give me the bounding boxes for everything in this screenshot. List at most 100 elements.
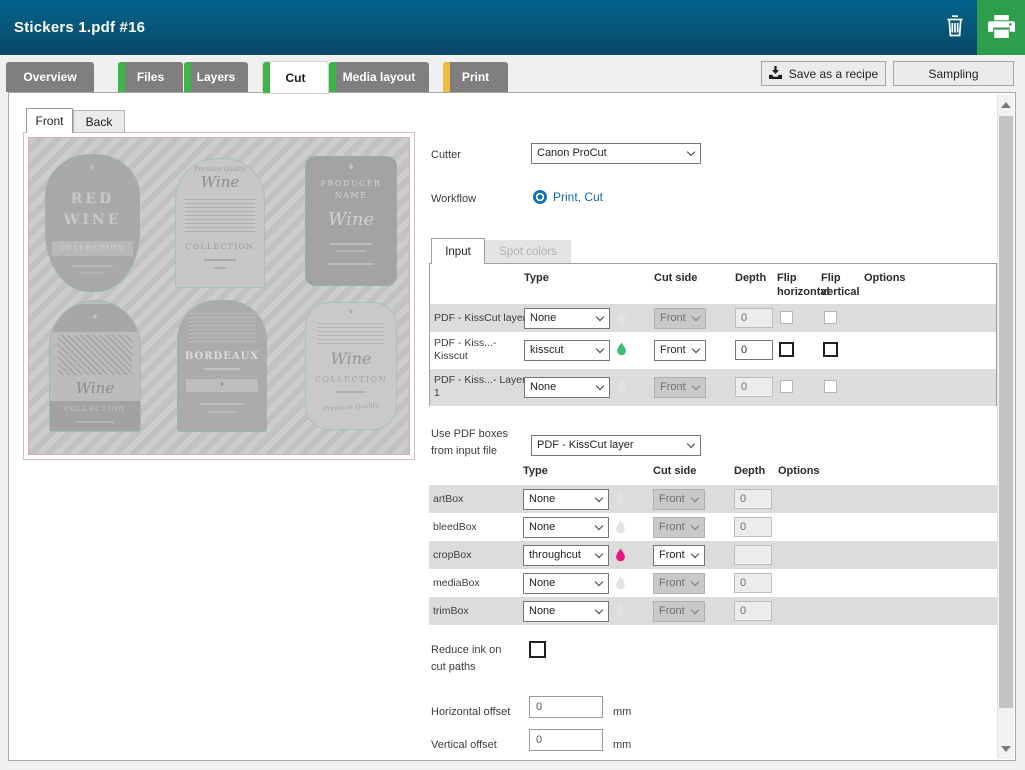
col-header-flip-vertical: Flip — [821, 272, 841, 284]
tab-print[interactable]: Print — [443, 62, 508, 92]
droplet-icon — [615, 576, 626, 595]
cut-side-select: Front — [653, 573, 705, 594]
tab-files[interactable]: Files — [118, 62, 183, 92]
label-crest: ♦ — [306, 308, 396, 316]
tab-back[interactable]: Back — [73, 110, 125, 133]
flip-vertical-checkbox[interactable] — [823, 342, 838, 357]
type-select[interactable]: None — [523, 601, 609, 622]
select-value: Canon ProCut — [532, 144, 700, 163]
vertical-offset-input[interactable] — [529, 729, 603, 751]
horizontal-offset-input[interactable] — [529, 696, 603, 718]
depth-input — [735, 308, 773, 328]
cutter-select[interactable]: Canon ProCut — [531, 143, 701, 164]
tab-label: Front — [35, 114, 63, 128]
cut-side-select: Front — [654, 308, 706, 329]
box-name: mediaBox — [433, 577, 525, 590]
depth-input — [734, 573, 772, 593]
label-text: Premium Quality — [176, 166, 264, 173]
flip-horizontal-checkbox[interactable] — [779, 342, 794, 357]
table-row: PDF - Kiss...- Layer 1 None Front — [430, 369, 996, 406]
cut-layers-table: Type Cut side Depth Flip horizontal Flip… — [429, 263, 997, 406]
status-bar-green — [329, 62, 336, 92]
col-header-cut-side: Cut side — [654, 272, 697, 284]
content-panel: Front Back ♦ RED WINE COLLECTION Premium… — [8, 92, 1016, 761]
workflow-value: Print, Cut — [553, 190, 603, 204]
workflow-label: Workflow — [431, 191, 476, 208]
tab-label: Spot colors — [499, 246, 557, 258]
label-text: BORDEAUX — [178, 351, 266, 362]
sampling-button[interactable]: Sampling — [893, 61, 1014, 86]
depth-input[interactable] — [735, 340, 773, 360]
tab-media-layout[interactable]: Media layout — [329, 62, 429, 92]
box-name: artBox — [433, 493, 525, 506]
scroll-up-arrow[interactable] — [998, 96, 1014, 113]
type-select[interactable]: None — [523, 573, 609, 594]
reduce-ink-label: Reduce ink on cut paths — [431, 642, 511, 675]
save-as-recipe-button[interactable]: Save as a recipe — [761, 61, 886, 86]
wine-label-bordeaux: BORDEAUX ♦ — [177, 300, 267, 432]
scroll-down-arrow[interactable] — [998, 740, 1014, 757]
label-text: Premium Quality — [306, 400, 396, 414]
flip-horizontal-checkbox — [780, 311, 793, 324]
depth-input — [734, 517, 772, 537]
type-select[interactable]: None — [523, 517, 609, 538]
label-text: NAME — [306, 191, 396, 200]
cut-side-select: Front — [653, 601, 705, 622]
select-value: PDF - KissCut layer — [532, 436, 700, 455]
horizontal-offset-label: Horizontal offset — [431, 704, 510, 721]
titlebar: Stickers 1.pdf #16 — [0, 0, 1025, 55]
status-bar-green — [184, 62, 191, 92]
titlebar-actions — [933, 0, 1025, 55]
print-job-button[interactable] — [977, 0, 1025, 55]
depth-input — [734, 545, 772, 565]
chateau-illustration — [188, 311, 256, 345]
col-header-options: Options — [778, 465, 820, 477]
layer-name: PDF - Kiss...- Layer 1 — [434, 374, 526, 400]
cut-side-select[interactable]: Front — [654, 340, 706, 361]
table-row: PDF - KissCut layer None Front — [430, 304, 996, 332]
vertical-offset-label: Vertical offset — [431, 737, 497, 754]
col-header-flip-vertical-sub: vertical — [821, 286, 860, 298]
depth-input — [735, 377, 773, 397]
tab-spot-colors: Spot colors — [485, 240, 571, 264]
tab-front[interactable]: Front — [26, 108, 73, 133]
box-name: cropBox — [433, 549, 525, 562]
type-select[interactable]: kisscut — [524, 340, 610, 361]
depth-input — [734, 601, 772, 621]
reduce-ink-checkbox[interactable] — [529, 641, 546, 658]
cut-side-select: Front — [653, 517, 705, 538]
vertical-scrollbar[interactable] — [997, 94, 1014, 759]
layer-name: PDF - Kiss...- Kisscut — [434, 337, 526, 363]
table-row: artBox None Front — [429, 485, 997, 513]
tab-label: Input — [445, 246, 471, 258]
wine-label-red-wine: ♦ RED WINE COLLECTION — [45, 154, 140, 292]
label-text: Wine — [50, 379, 140, 397]
tab-overview[interactable]: Overview — [6, 62, 94, 92]
col-header-type: Type — [523, 465, 548, 477]
tab-cut[interactable]: Cut — [263, 62, 328, 93]
wine-label-grapes: ♦ Wine COLLECTION — [49, 300, 141, 432]
wine-label-collection: ♦ Wine COLLECTION Premium Quality — [305, 302, 397, 430]
label-text: RED — [46, 191, 139, 207]
scrollbar-thumb[interactable] — [999, 116, 1013, 708]
vertical-offset-unit: mm — [613, 737, 631, 754]
type-select[interactable]: None — [524, 377, 610, 398]
tab-label: Print — [462, 70, 489, 84]
delete-job-button[interactable] — [933, 0, 977, 55]
tab-input[interactable]: Input — [431, 238, 485, 264]
document-title: Stickers 1.pdf #16 — [0, 19, 145, 36]
vineyard-illustration — [185, 199, 255, 235]
label-text: COLLECTION — [306, 375, 396, 384]
label-crest: ♦ — [178, 381, 266, 388]
droplet-icon — [615, 604, 626, 623]
type-select[interactable]: throughcut — [523, 545, 609, 566]
pdf-boxes-select[interactable]: PDF - KissCut layer — [531, 435, 701, 456]
tab-layers[interactable]: Layers — [184, 62, 248, 92]
table-row: bleedBox None Front — [429, 513, 997, 541]
type-select[interactable]: None — [523, 489, 609, 510]
type-select[interactable]: None — [524, 308, 610, 329]
box-name: trimBox — [433, 605, 525, 618]
workflow-radio-print-cut[interactable] — [533, 190, 547, 204]
cut-side-select[interactable]: Front — [653, 545, 705, 566]
droplet-icon — [616, 342, 627, 361]
